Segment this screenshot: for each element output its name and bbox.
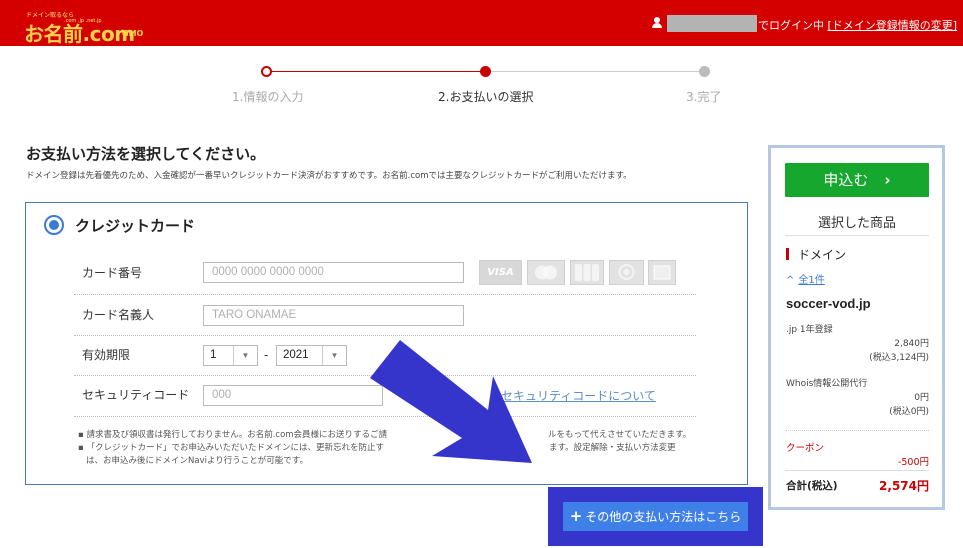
card-holder-input[interactable]: TARO ONAMAE xyxy=(203,305,464,326)
note-text: 「クレジットカード」でお申込みいただいたドメインには、更新忘れを防止す xyxy=(86,443,384,453)
plan-price-tax: (税込3,124円) xyxy=(869,353,929,363)
annotation-arrow-icon xyxy=(370,340,532,463)
coupon-value: -500円 xyxy=(897,457,929,468)
side-divider xyxy=(785,430,929,431)
login-status: でログイン中 [ドメイン登録情報の変更] xyxy=(758,17,957,33)
login-status-text: でログイン中 xyxy=(758,19,824,32)
plan-label: .jp 1年登録 xyxy=(786,325,833,335)
apply-label: 申込む xyxy=(823,171,869,189)
expiry-label: 有効期限 xyxy=(82,348,131,362)
diners-club-logo xyxy=(609,260,644,285)
chevron-down-icon: ▼ xyxy=(322,346,346,365)
category-label: ドメイン xyxy=(798,248,847,262)
note-line: ▪ 請求書及び領収書は発行しておりません。お名前.com会員様にお送りするご請 xyxy=(78,430,388,440)
coupon-label: クーポン xyxy=(786,443,825,454)
note-line: ▪ 「クレジットカード」でお申込みいただいたドメインには、更新忘れを防止す xyxy=(78,443,384,453)
side-divider xyxy=(785,235,929,236)
note-text: ルをもって代えさせていただきます。 xyxy=(548,430,692,440)
security-code-input[interactable]: 000 xyxy=(203,385,383,406)
domain-name: soccer-vod.jp xyxy=(786,296,871,311)
visa-logo: VISA xyxy=(479,260,522,285)
note-text: 請求書及び領収書は発行しておりません。お名前.com会員様にお送りするご請 xyxy=(86,430,388,440)
account-settings-link[interactable]: [ドメイン登録情報の変更] xyxy=(828,19,958,32)
whois-price-tax: (税込0円) xyxy=(889,407,929,417)
expiry-separator: - xyxy=(264,348,269,362)
step-1-label: 1.情報の入力 xyxy=(232,90,304,104)
card-holder-label: カード名義人 xyxy=(82,308,155,322)
side-divider xyxy=(785,470,929,471)
card-number-label: カード番号 xyxy=(82,266,143,280)
note-text: は、お申込み後にドメインNaviより行うことが可能です。 xyxy=(86,456,308,466)
step-1-dot xyxy=(261,66,272,77)
expiry-year-value: 2021 xyxy=(283,349,309,361)
whois-price: 0円 xyxy=(914,393,929,403)
jcb-logo xyxy=(570,260,604,285)
total-value: 2,574円 xyxy=(879,479,929,493)
row-divider xyxy=(74,294,696,295)
step-3-dot xyxy=(699,66,710,77)
card-number-input[interactable]: 0000 0000 0000 0000 xyxy=(203,262,464,283)
plus-icon: + xyxy=(569,507,583,525)
expiry-year-select[interactable]: 2021 ▼ xyxy=(276,345,347,366)
amex-logo xyxy=(648,260,676,285)
logo-badges: .com .jp .net.jp xyxy=(64,18,102,24)
all-items-count: 全1件 xyxy=(798,275,825,286)
redacted-username xyxy=(667,15,757,32)
credit-card-title: クレジットカード xyxy=(75,217,196,235)
chevron-down-icon: ▼ xyxy=(233,346,257,365)
category-marker xyxy=(786,248,789,260)
plan-price: 2,840円 xyxy=(894,339,929,349)
user-icon xyxy=(652,17,662,28)
caret-up-icon: ^ xyxy=(786,275,795,286)
selected-items-heading: 選択した商品 xyxy=(817,216,896,231)
chevron-right-icon: › xyxy=(884,171,891,189)
step-2-label: 2.お支払いの選択 xyxy=(438,90,534,104)
other-payment-button[interactable]: + その他の支払い方法はこちら xyxy=(563,502,748,531)
progress-line-done xyxy=(270,71,483,72)
whois-label: Whois情報公開代行 xyxy=(786,379,868,389)
progress-line-pending xyxy=(490,71,702,72)
expiry-month-select[interactable]: 1 ▼ xyxy=(203,345,258,366)
mastercard-logo xyxy=(527,260,565,285)
row-divider xyxy=(74,335,696,336)
credit-card-radio[interactable] xyxy=(44,215,64,235)
step-3-label: 3.完了 xyxy=(686,90,722,104)
page-title: お支払い方法を選択してください。 xyxy=(26,145,266,163)
step-2-dot xyxy=(480,66,491,77)
expiry-month-value: 1 xyxy=(210,349,217,361)
security-code-label: セキュリティコード xyxy=(82,388,190,402)
apply-button[interactable]: 申込む › xyxy=(785,163,929,197)
gmo-logo: GMO xyxy=(122,29,144,38)
page-description: ドメイン登録は先着優先のため、入金確認が一番早いクレジットカード決済がおすすめで… xyxy=(26,171,632,181)
note-text: ます。設定解除・支払い方法変更 xyxy=(549,443,676,453)
other-payment-label: その他の支払い方法はこちら xyxy=(585,510,742,524)
toggle-items-link[interactable]: ^ 全1件 xyxy=(786,271,825,286)
